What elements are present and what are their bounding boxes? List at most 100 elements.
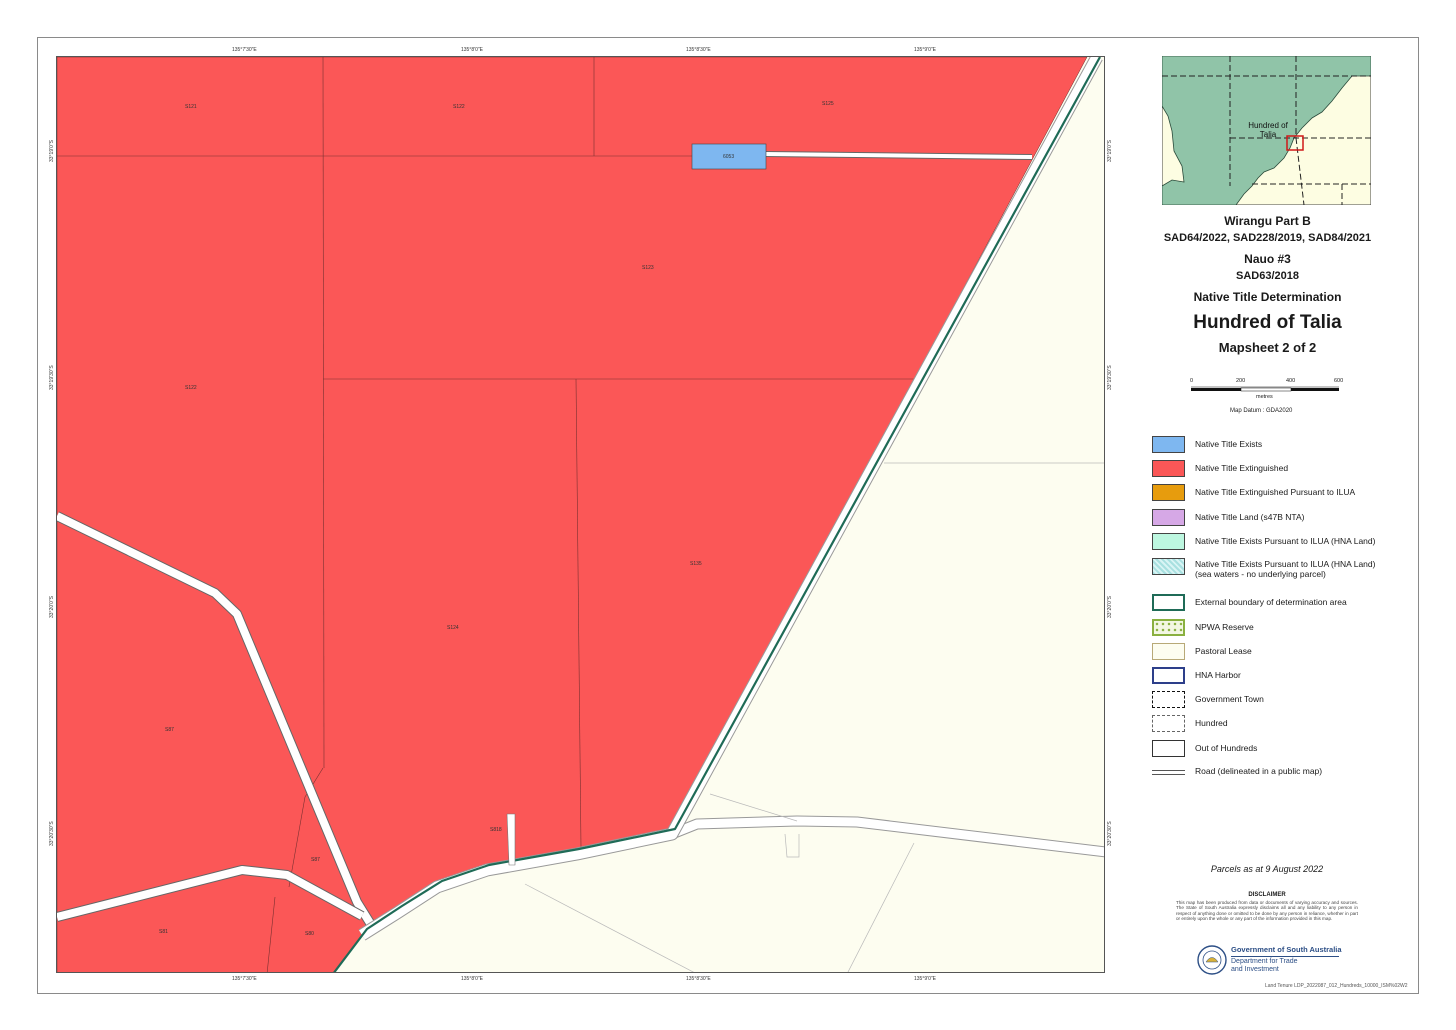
department-line-2: and Investment (1231, 966, 1279, 973)
tick-left-4: 33°20'30"S (49, 821, 55, 846)
tick-left-3: 33°20'0"S (49, 596, 55, 618)
parcel-label: S121 (185, 104, 197, 110)
tick-right-2: 33°19'30"S (1107, 365, 1113, 390)
parcel-label: S818 (490, 827, 502, 833)
locator-map: Hundred of Talia (1161, 55, 1372, 206)
department-line-1: Department for Trade (1231, 958, 1298, 965)
claim-name-1: Wirangu Part B (1224, 214, 1311, 228)
legend-label: Native Title Extinguished Pursuant to IL… (1195, 487, 1356, 497)
legend-swatch (1152, 643, 1185, 660)
locator-canvas: Hundred of Talia (1161, 55, 1372, 206)
tick-right-3: 33°20'0"S (1107, 596, 1113, 618)
legend-label-line2: (sea waters - no underlying parcel) (1195, 569, 1326, 579)
disclaimer-text: This map has been produced from data or … (1176, 900, 1358, 922)
legend-label: Native Title Exists Pursuant to ILUA (HN… (1195, 559, 1375, 579)
map-canvas (57, 57, 1104, 972)
parcel-label: S122 (185, 385, 197, 391)
parcel-label: S122 (453, 104, 465, 110)
scale-tick-0: 0 (1190, 378, 1194, 384)
legend-item-hna-land: Native Title Exists Pursuant to ILUA (HN… (1152, 533, 1422, 551)
scale-tick-400: 400 (1286, 378, 1296, 384)
legend-label-line1: Native Title Exists Pursuant to ILUA (HN… (1195, 559, 1376, 569)
locator-label-2: Talia (1260, 130, 1277, 139)
determination-label: Native Title Determination (1193, 290, 1342, 304)
legend-item-external-boundary: External boundary of determination area (1152, 594, 1422, 612)
legend-item-extinguished-ilua: Native Title Extinguished Pursuant to IL… (1152, 484, 1422, 502)
legend-item-pastoral: Pastoral Lease (1152, 643, 1422, 661)
scale-tick-200: 200 (1236, 378, 1246, 384)
tick-left-2: 33°19'30"S (49, 365, 55, 390)
claim-ref-2: SAD63/2018 (1236, 270, 1299, 282)
tick-bottom-3: 135°8'30"E (686, 976, 711, 982)
legend-swatch (1152, 460, 1185, 477)
map-datum: Map Datum : GDA2020 (1230, 408, 1293, 414)
legend-label: External boundary of determination area (1195, 597, 1347, 607)
legend-swatch (1152, 619, 1185, 636)
legend-item-hundred: Hundred (1152, 715, 1422, 733)
legend-item-npwa: NPWA Reserve (1152, 619, 1422, 637)
legend-item-out-of-hundreds: Out of Hundreds (1152, 740, 1422, 758)
tick-bottom-1: 135°7'30"E (232, 976, 257, 982)
legend-label: NPWA Reserve (1195, 622, 1254, 632)
tick-top-3: 135°8'30"E (686, 47, 711, 53)
legend-road-swatch (1152, 770, 1185, 775)
legend-label: Hundred (1195, 718, 1228, 728)
claim-ref-1: SAD64/2022, SAD228/2019, SAD84/2021 (1163, 232, 1372, 244)
legend-item-s47b: Native Title Land (s47B NTA) (1152, 509, 1422, 527)
legend-item-hna-sea: Native Title Exists Pursuant to ILUA (HN… (1152, 558, 1422, 580)
legend-label: Native Title Land (s47B NTA) (1195, 512, 1305, 522)
tick-top-2: 135°8'0"E (461, 47, 483, 53)
parcel-label: S81 (159, 929, 168, 935)
tick-top-1: 135°7'30"E (232, 47, 257, 53)
main-map[interactable]: S121 S122 S125 6053 S123 S122 S135 S124 … (56, 56, 1105, 973)
legend-label: Native Title Exists Pursuant to ILUA (HN… (1195, 536, 1376, 546)
scale-bar: 0 200 400 600 metres Map Datum : GDA2020 (1190, 378, 1344, 418)
file-reference: Land Tenure LDP_2022087_012_Hundreds_100… (1265, 983, 1408, 989)
parcel-label: 6053 (723, 154, 735, 160)
legend-item-extinguished: Native Title Extinguished (1152, 460, 1422, 478)
parcel-label: S135 (690, 561, 702, 567)
legend-swatch (1152, 594, 1185, 611)
legend-label: HNA Harbor (1195, 670, 1241, 680)
legend-item-native-title-exists: Native Title Exists (1152, 436, 1422, 454)
title-block: Wirangu Part B SAD64/2022, SAD228/2019, … (1140, 214, 1395, 355)
legend-swatch (1152, 667, 1185, 684)
legend-swatch (1152, 691, 1185, 708)
department-name: Department for Trade and Investment (1231, 958, 1298, 974)
parcel-label: S87 (311, 857, 320, 863)
tick-bottom-2: 135°8'0"E (461, 976, 483, 982)
claim-name-2: Nauo #3 (1244, 252, 1291, 266)
tick-left-1: 33°19'0"S (49, 140, 55, 162)
legend-label: Pastoral Lease (1195, 646, 1252, 656)
page-title: Hundred of Talia (1193, 312, 1342, 333)
legend-item-hna-harbor: HNA Harbor (1152, 667, 1422, 685)
legend-swatch (1152, 436, 1185, 453)
legend-label: Native Title Extinguished (1195, 463, 1289, 473)
parcel-label: S125 (822, 101, 834, 107)
government-divider (1231, 956, 1339, 957)
tick-bottom-4: 135°9'0"E (914, 976, 936, 982)
legend-swatch (1152, 509, 1185, 526)
legend-swatch (1152, 740, 1185, 757)
legend-item-road: Road (delineated in a public map) (1152, 764, 1422, 782)
legend-label: Government Town (1195, 694, 1264, 704)
tick-top-4: 135°9'0"E (914, 47, 936, 53)
legend-label: Road (delineated in a public map) (1195, 766, 1323, 776)
locator-label-1: Hundred of (1248, 121, 1288, 130)
disclaimer-title: DISCLAIMER (1248, 892, 1286, 898)
legend-item-gov-town: Government Town (1152, 691, 1422, 709)
scale-unit: metres (1256, 394, 1273, 400)
parcel-label: S123 (642, 265, 654, 271)
mapsheet-label: Mapsheet 2 of 2 (1218, 340, 1317, 355)
scale-tick-600: 600 (1334, 378, 1344, 384)
legend-swatch (1152, 484, 1185, 501)
legend-swatch (1152, 715, 1185, 732)
parcel-label: S80 (305, 931, 314, 937)
legend-swatch (1152, 558, 1185, 575)
legend-label: Native Title Exists (1195, 439, 1263, 449)
parcels-date: Parcels as at 9 August 2022 (1210, 864, 1324, 874)
government-name: Government of South Australia (1231, 945, 1342, 954)
sa-government-crest-icon (1196, 944, 1228, 981)
parcel-label: S124 (447, 625, 459, 631)
tick-right-4: 33°20'30"S (1107, 821, 1113, 846)
